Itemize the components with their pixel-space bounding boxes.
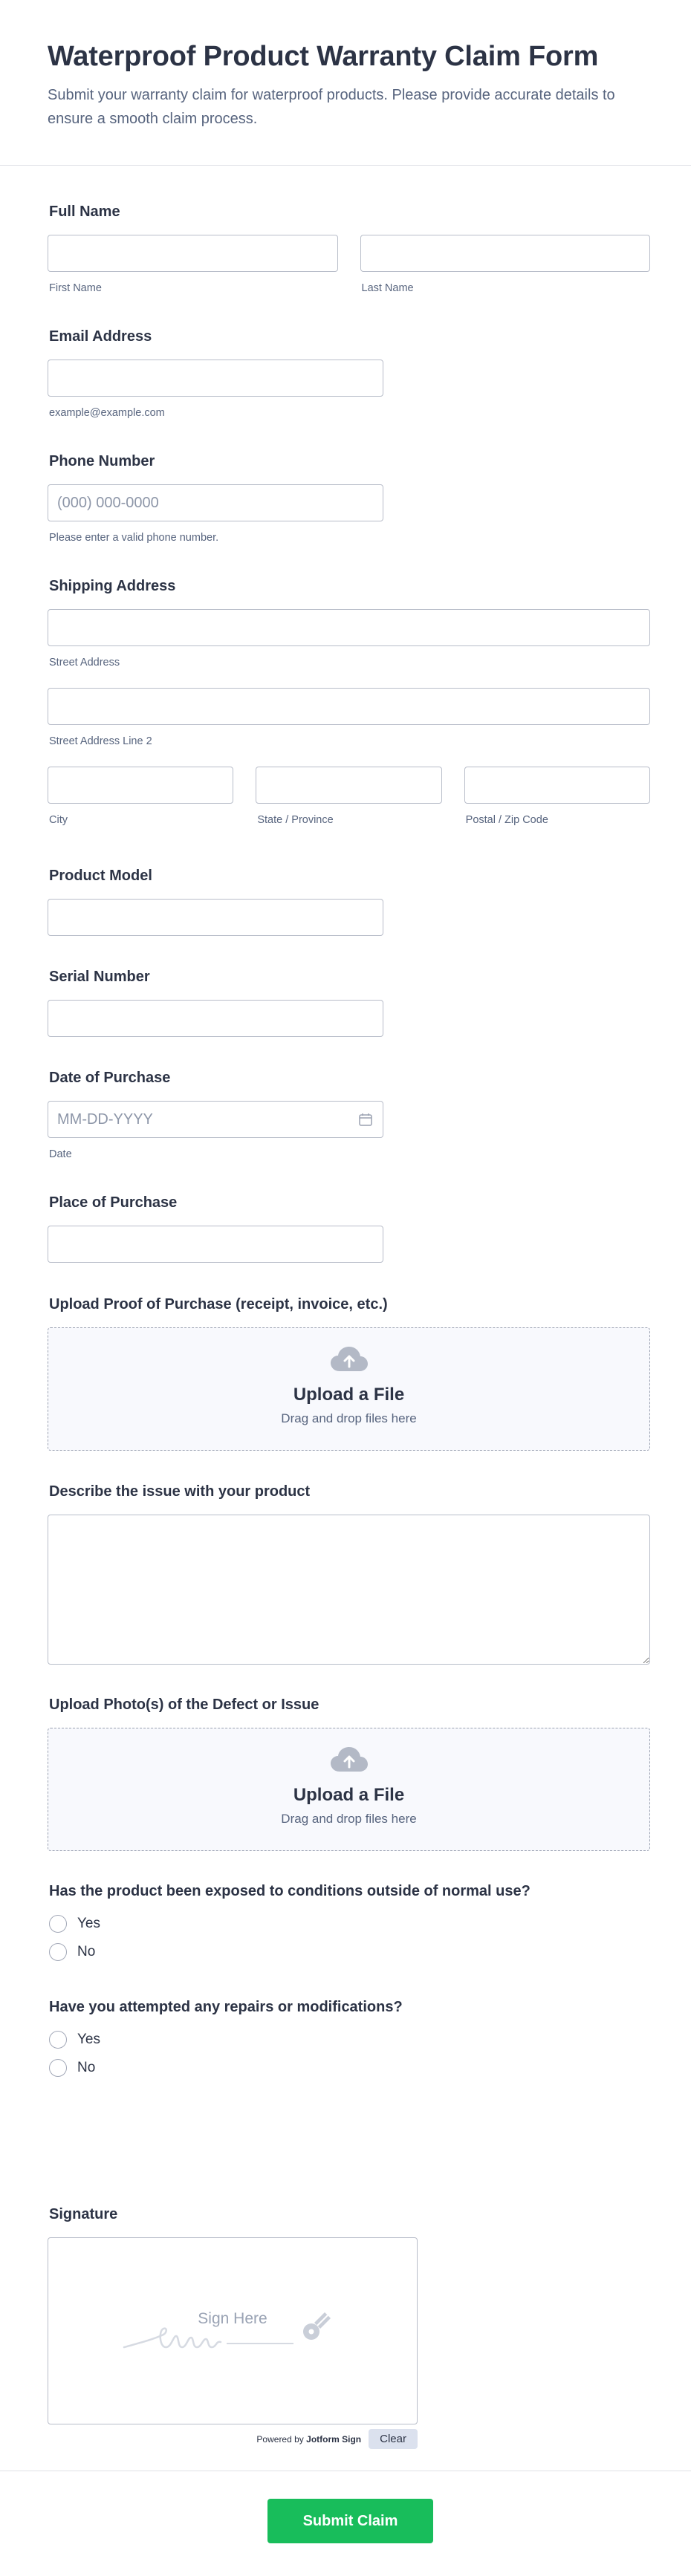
serial-number-question: Serial Number — [48, 967, 650, 1037]
cloud-upload-icon — [330, 1347, 368, 1371]
purchase-date-question: Date of Purchase Date — [48, 1068, 650, 1160]
purchase-date-input[interactable] — [48, 1101, 383, 1138]
street-address-line2-sublabel: Street Address Line 2 — [49, 735, 152, 747]
email-sublabel: example@example.com — [49, 407, 165, 419]
form-description: Submit your warranty claim for waterproo… — [48, 87, 615, 127]
radio-circle[interactable] — [49, 1943, 67, 1961]
powered-by-brand: Jotform Sign — [306, 2433, 362, 2445]
form-header: Waterproof Product Warranty Claim Form S… — [0, 0, 691, 166]
street-address-sublabel: Street Address — [49, 657, 120, 669]
signature-label: Signature — [49, 2206, 118, 2222]
cloud-upload-icon — [330, 1747, 368, 1772]
phone-sublabel: Please enter a valid phone number. — [49, 532, 219, 544]
repairs-option-yes[interactable]: Yes — [48, 2026, 650, 2054]
phone-question: Phone Number Please enter a valid phone … — [48, 452, 650, 544]
pen-icon — [303, 2312, 331, 2340]
proof-upload-dropzone[interactable]: Upload a File Drag and drop files here — [48, 1327, 650, 1451]
sign-here-text: Sign Here — [198, 2310, 267, 2327]
exposed-option-yes-label: Yes — [77, 1916, 100, 1931]
proof-upload-label: Upload Proof of Purchase (receipt, invoi… — [49, 1296, 388, 1313]
first-name-sublabel: First Name — [49, 282, 102, 294]
repairs-label: Have you attempted any repairs or modifi… — [49, 1999, 403, 2015]
shipping-address-label: Shipping Address — [49, 578, 176, 594]
repairs-option-no-label: No — [77, 2060, 96, 2075]
email-label: Email Address — [49, 328, 152, 345]
city-input[interactable] — [48, 767, 234, 804]
exposed-option-no[interactable]: No — [48, 1938, 650, 1966]
last-name-input[interactable] — [360, 235, 650, 272]
email-question: Email Address example@example.com — [48, 327, 650, 419]
street-address-input[interactable] — [48, 609, 650, 646]
phone-label: Phone Number — [49, 453, 155, 469]
signature-question: Signature Sign Here Powered by Jotform S… — [48, 2205, 650, 2449]
purchase-date-sublabel: Date — [49, 1148, 72, 1160]
full-name-label: Full Name — [49, 204, 120, 220]
powered-by-prefix: Powered by — [256, 2433, 304, 2445]
proof-upload-hint: Drag and drop files here — [281, 1411, 417, 1425]
state-input[interactable] — [256, 767, 442, 804]
shipping-address-question: Shipping Address Street Address Street A… — [48, 576, 650, 826]
zip-input[interactable] — [464, 767, 650, 804]
defect-upload-hint: Drag and drop files here — [281, 1812, 417, 1826]
radio-circle[interactable] — [49, 2059, 67, 2077]
product-model-label: Product Model — [49, 868, 152, 884]
defect-upload-dropzone[interactable]: Upload a File Drag and drop files here — [48, 1728, 650, 1851]
zip-sublabel: Postal / Zip Code — [465, 814, 548, 826]
exposed-question: Has the product been exposed to conditio… — [48, 1881, 650, 1966]
email-input[interactable] — [48, 360, 383, 397]
powered-by-text: Powered by Jotform Sign — [256, 2434, 361, 2445]
purchase-place-label: Place of Purchase — [49, 1194, 178, 1211]
exposed-label: Has the product been exposed to conditio… — [49, 1883, 531, 1899]
purchase-place-question: Place of Purchase — [48, 1193, 650, 1263]
proof-upload-title: Upload a File — [293, 1385, 405, 1405]
issue-textarea[interactable] — [48, 1515, 650, 1665]
product-model-question: Product Model — [48, 866, 650, 936]
exposed-option-no-label: No — [77, 1944, 96, 1959]
first-name-input[interactable] — [48, 235, 338, 272]
radio-circle[interactable] — [49, 1915, 67, 1933]
repairs-option-yes-label: Yes — [77, 2032, 100, 2047]
serial-number-label: Serial Number — [49, 969, 150, 985]
serial-number-input[interactable] — [48, 1000, 383, 1037]
defect-upload-label: Upload Photo(s) of the Defect or Issue — [49, 1697, 319, 1713]
form-footer: Submit Claim — [0, 2471, 691, 2576]
submit-button[interactable]: Submit Claim — [267, 2499, 433, 2543]
proof-upload-question: Upload Proof of Purchase (receipt, invoi… — [48, 1295, 650, 1451]
issue-label: Describe the issue with your product — [49, 1483, 311, 1500]
repairs-question: Have you attempted any repairs or modifi… — [48, 1997, 650, 2082]
phone-input[interactable] — [48, 484, 383, 521]
calendar-icon[interactable] — [358, 1112, 373, 1127]
clear-signature-button[interactable]: Clear — [369, 2429, 418, 2449]
purchase-date-label: Date of Purchase — [49, 1070, 171, 1086]
purchase-place-input[interactable] — [48, 1226, 383, 1263]
exposed-option-yes[interactable]: Yes — [48, 1910, 650, 1938]
city-sublabel: City — [49, 814, 68, 826]
last-name-sublabel: Last Name — [361, 282, 414, 294]
defect-upload-question: Upload Photo(s) of the Defect or Issue U… — [48, 1695, 650, 1851]
full-name-question: Full Name First Name Last Name — [48, 202, 650, 294]
product-model-input[interactable] — [48, 899, 383, 936]
radio-circle[interactable] — [49, 2031, 67, 2049]
repairs-option-no[interactable]: No — [48, 2054, 650, 2082]
street-address-line2-input[interactable] — [48, 688, 650, 725]
issue-question: Describe the issue with your product — [48, 1482, 650, 1665]
state-sublabel: State / Province — [257, 814, 334, 826]
defect-upload-title: Upload a File — [293, 1785, 405, 1805]
form-title: Waterproof Product Warranty Claim Form — [48, 41, 599, 72]
signature-pad[interactable]: Sign Here — [48, 2237, 418, 2424]
